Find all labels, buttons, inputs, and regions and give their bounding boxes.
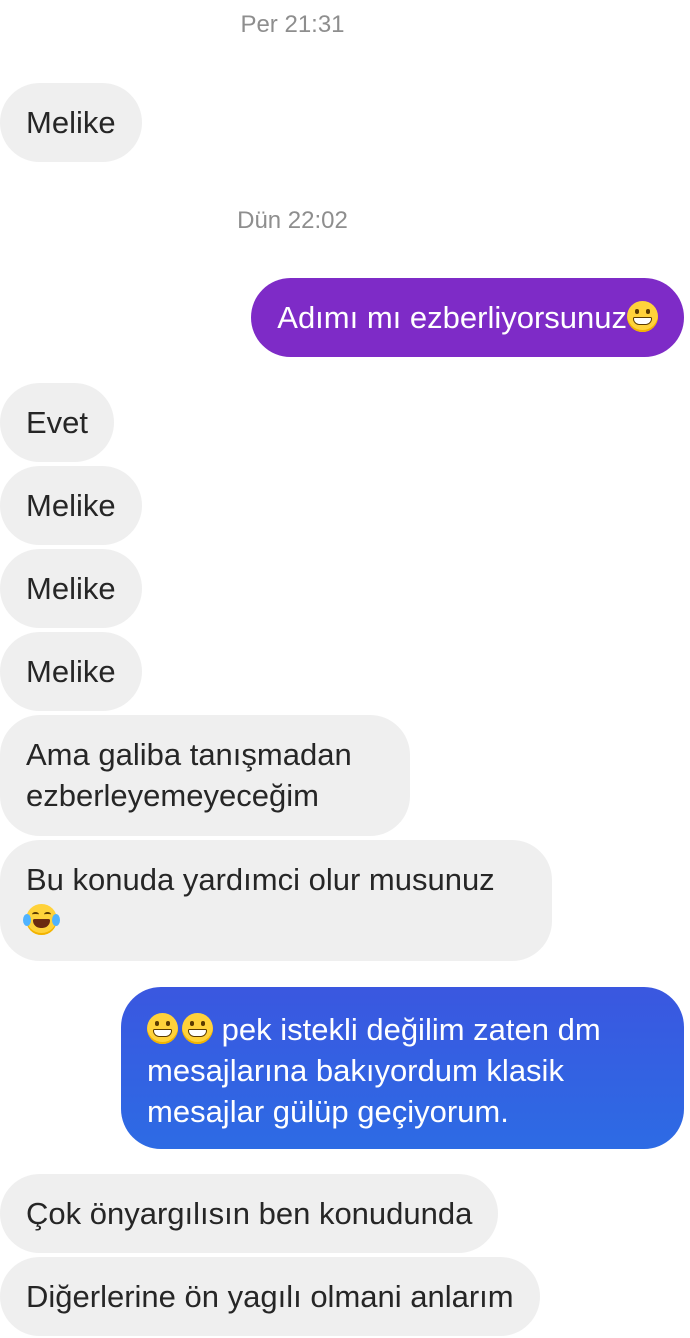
message-outgoing[interactable]: pek istekli değilim zaten dm mesajlarına… <box>121 987 684 1149</box>
message-incoming[interactable]: Melike <box>0 83 142 162</box>
message-text: Evet <box>26 405 89 440</box>
timestamp: Per 21:31 <box>240 11 345 38</box>
message-incoming[interactable]: Melike <box>0 466 142 545</box>
message-text: mesajlar gülüp geçiyorum. <box>147 1094 509 1129</box>
grinning-emoji-icon <box>627 301 658 332</box>
message-text: Adımı mı ezberliyorsunuz <box>277 300 627 335</box>
message-incoming[interactable]: Çok önyargılısın ben konudunda <box>0 1174 499 1253</box>
message-incoming[interactable]: Evet <box>0 383 115 462</box>
message-outgoing[interactable]: Adımı mı ezberliyorsunuz <box>251 278 684 357</box>
message-text: mesajlarına bakıyordum klasik <box>147 1053 564 1088</box>
message-incoming[interactable]: Melike <box>0 632 142 711</box>
message-text: Melike <box>26 105 116 140</box>
message-text: ezberleyemeyeceğim <box>26 778 319 813</box>
message-incoming[interactable]: Bu konuda yardımci olur musunuz <box>0 840 552 961</box>
message-text: Melike <box>26 488 116 523</box>
emoji-line <box>23 900 526 941</box>
message-text: Melike <box>26 571 116 606</box>
grinning-emoji-icon <box>182 1013 213 1044</box>
message-text: Çok önyargılısın ben konudunda <box>26 1196 473 1231</box>
message-text: Ama galiba tanışmadan <box>26 737 352 772</box>
message-text: Bu konuda yardımci olur musunuz <box>26 862 495 897</box>
laughing-tears-emoji-icon <box>23 904 60 935</box>
message-incoming[interactable]: Ama galiba tanışmadan ezberleyemeyeceğim <box>0 715 410 836</box>
message-text: Diğerlerine ön yagılı olmani anlarım <box>26 1279 514 1314</box>
message-incoming[interactable]: Diğerlerine ön yagılı olmani anlarım <box>0 1257 540 1336</box>
message-text: Melike <box>26 654 116 689</box>
message-text: pek istekli değilim zaten dm <box>213 1012 601 1047</box>
message-thread: Per 21:31 Melike Dün 22:02 Adımı mı ezbe… <box>0 0 690 1338</box>
grinning-emoji-icon <box>147 1013 178 1044</box>
message-incoming[interactable]: Melike <box>0 549 142 628</box>
timestamp: Dün 22:02 <box>237 207 348 234</box>
